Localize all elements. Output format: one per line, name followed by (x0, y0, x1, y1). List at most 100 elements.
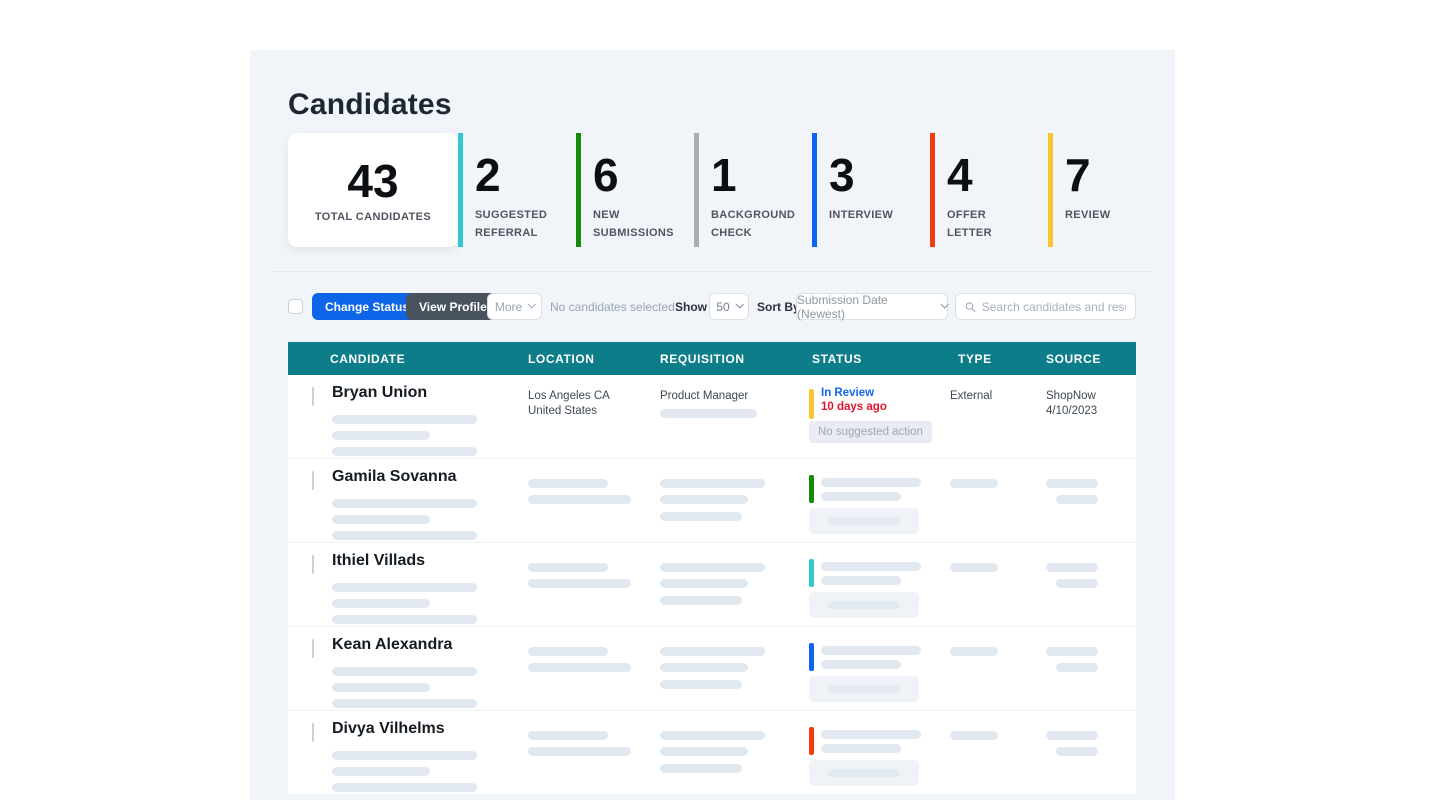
stat-value: 7 (1065, 149, 1091, 201)
stat-background-check: 1 BACKGROUND CHECK (694, 133, 812, 247)
skeleton-bar (950, 479, 998, 488)
column-header-status: STATUS (812, 351, 862, 366)
skeleton-bar (332, 699, 477, 708)
skeleton-bar (528, 747, 631, 756)
skeleton-bar (950, 563, 998, 572)
toolbar: Change Status View Profile More No candi… (288, 293, 1136, 321)
status-color-bar (809, 389, 814, 419)
column-header-source: SOURCE (1046, 351, 1101, 366)
stat-value: 43 (347, 154, 399, 207)
skeleton-bar (332, 767, 430, 776)
candidate-name[interactable]: Bryan Union (332, 384, 427, 402)
skeleton-bar (332, 447, 477, 456)
skeleton-bar (821, 646, 921, 655)
more-dropdown[interactable]: More (487, 293, 542, 320)
table-row[interactable]: Kean Alexandra (288, 627, 1136, 711)
skeleton-bar (821, 744, 901, 753)
column-header-type: TYPE (958, 351, 992, 366)
candidate-name[interactable]: Kean Alexandra (332, 636, 452, 654)
column-header-requisition: REQUISITION (660, 351, 745, 366)
skeleton-bar (1046, 647, 1098, 656)
stat-label: NEW SUBMISSIONS (593, 209, 674, 240)
chevron-down-icon (940, 300, 949, 309)
suggested-action-badge-skeleton (809, 508, 919, 534)
skeleton-bar (528, 579, 631, 588)
stat-offer-letter: 4 OFFER LETTER (930, 133, 1048, 247)
skeleton-bar (660, 579, 748, 588)
skeleton-bar (528, 563, 608, 572)
chevron-down-icon (527, 300, 537, 309)
search-icon (965, 301, 976, 312)
skeleton-bar (660, 409, 757, 418)
skeleton-bar (332, 431, 430, 440)
skeleton-bar (660, 479, 765, 488)
table-row[interactable]: Divya Vilhelms (288, 711, 1136, 795)
skeleton-bar (660, 680, 742, 689)
row-checkbox[interactable] (312, 387, 314, 406)
row-checkbox[interactable] (312, 639, 314, 658)
skeleton-bar (950, 647, 998, 656)
stat-label: SUGGESTED REFERRAL (475, 209, 548, 240)
sort-dropdown[interactable]: Submission Date (Newest) (796, 293, 949, 321)
page-size-dropdown[interactable]: 50 (709, 293, 749, 320)
stat-review: 7 REVIEW (1048, 133, 1166, 247)
screen: Candidates 43 TOTAL CANDIDATES 2 SUGGEST… (0, 0, 1440, 800)
page-title: Candidates (288, 88, 452, 121)
select-all-checkbox[interactable] (288, 299, 303, 314)
stat-interview: 3 INTERVIEW (812, 133, 930, 247)
candidate-name[interactable]: Divya Vilhelms (332, 720, 445, 738)
table-header: CANDIDATE LOCATION REQUISITION STATUS TY… (288, 342, 1136, 375)
skeleton-bar (950, 731, 998, 740)
skeleton-bar (1046, 731, 1098, 740)
skeleton-bar (660, 563, 765, 572)
skeleton-bar (821, 478, 921, 487)
skeleton-bar (332, 415, 477, 424)
row-checkbox[interactable] (312, 555, 314, 574)
chevron-down-icon (735, 300, 744, 309)
skeleton-bar (660, 647, 765, 656)
skeleton-bar (1056, 495, 1098, 504)
skeleton-bar (821, 492, 901, 501)
sort-by-label: Sort By (757, 299, 800, 314)
candidate-source: ShopNow 4/10/2023 (1046, 390, 1098, 417)
status-color-bar (809, 559, 814, 587)
view-profile-button[interactable]: View Profile (406, 293, 500, 320)
skeleton-bar (332, 531, 477, 540)
stat-label: INTERVIEW (829, 209, 894, 222)
candidate-name[interactable]: Ithiel Villads (332, 552, 425, 570)
stat-label: TOTAL CANDIDATES (314, 210, 432, 223)
search-box[interactable] (955, 293, 1136, 320)
column-header-candidate: CANDIDATE (330, 351, 406, 366)
table-row[interactable]: Ithiel Villads (288, 543, 1136, 627)
row-checkbox[interactable] (312, 723, 314, 742)
row-checkbox[interactable] (312, 471, 314, 490)
suggested-action-badge-skeleton (809, 760, 919, 786)
search-input[interactable] (981, 299, 1126, 314)
stat-label: REVIEW (1065, 209, 1111, 222)
skeleton-bar (332, 615, 477, 624)
skeleton-bar (660, 512, 742, 521)
skeleton-bar (821, 730, 921, 739)
stat-value: 3 (829, 149, 855, 201)
skeleton-bar (1056, 663, 1098, 672)
stat-label: BACKGROUND CHECK (711, 209, 796, 240)
skeleton-bar (332, 599, 430, 608)
skeleton-bar (1056, 747, 1098, 756)
skeleton-bar (332, 783, 477, 792)
skeleton-bar (528, 479, 608, 488)
table-row[interactable]: Bryan Union Los Angeles CA United States… (288, 375, 1136, 459)
skeleton-bar (332, 499, 477, 508)
status-label: In Review (821, 387, 875, 399)
skeleton-bar (821, 562, 921, 571)
table-row[interactable]: Gamila Sovanna (288, 459, 1136, 543)
status-color-bar (809, 727, 814, 755)
candidate-name[interactable]: Gamila Sovanna (332, 468, 457, 486)
skeleton-bar (528, 647, 608, 656)
skeleton-bar (660, 764, 742, 773)
skeleton-bar (660, 596, 742, 605)
stat-total-candidates: 43 TOTAL CANDIDATES (288, 133, 458, 247)
candidates-table: CANDIDATE LOCATION REQUISITION STATUS TY… (288, 342, 1136, 795)
skeleton-bar (1046, 563, 1098, 572)
status-color-bar (809, 643, 814, 671)
stat-value: 4 (947, 149, 973, 201)
